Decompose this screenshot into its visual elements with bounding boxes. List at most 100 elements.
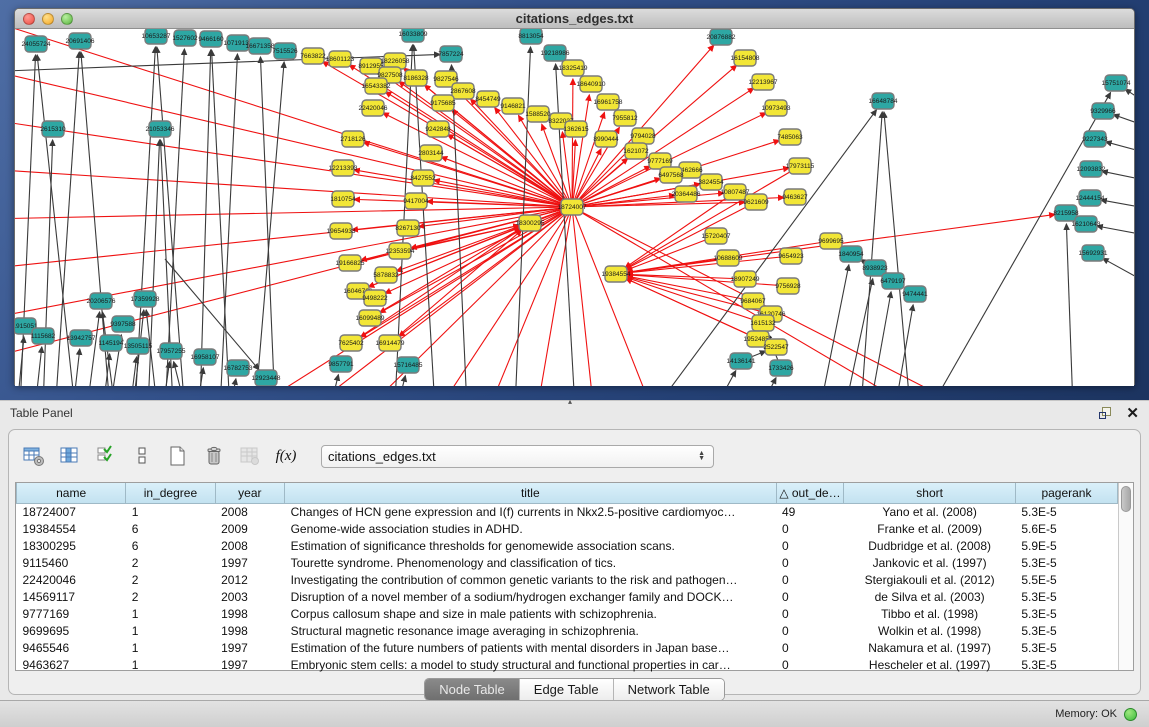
graph-node[interactable]: 10653287	[142, 29, 171, 44]
graph-node[interactable]: 1588520	[525, 106, 551, 122]
graph-node[interactable]: 6497568	[658, 167, 684, 183]
table-scrollbar-thumb[interactable]	[1121, 486, 1131, 512]
graph-node[interactable]: 13942757	[67, 330, 96, 346]
graph-node[interactable]: 2615310	[40, 121, 66, 137]
graph-node[interactable]: 1527602	[172, 30, 198, 46]
graph-node[interactable]: 9474441	[902, 286, 928, 302]
graph-node[interactable]: 7485063	[777, 129, 803, 145]
table-row[interactable]: 911546021997Tourette syndrome. Phenomeno…	[17, 554, 1118, 571]
graph-node[interactable]: 16961758	[594, 94, 623, 110]
graph-node[interactable]: 12213967	[749, 74, 778, 90]
graph-node[interactable]: 12444154	[1076, 190, 1105, 206]
graph-node[interactable]: 1145194	[99, 335, 124, 351]
zoom-window-icon[interactable]	[61, 13, 73, 25]
graph-node[interactable]: 5878832	[373, 267, 399, 283]
graph-node[interactable]: 20206576	[87, 293, 116, 309]
graph-node[interactable]: 12353594	[386, 243, 415, 259]
graph-node[interactable]: 9329966	[1090, 103, 1116, 119]
network-canvas[interactable]: 1872400718601123891295518226058982750816…	[15, 29, 1134, 386]
graph-node[interactable]: 9417004	[403, 193, 429, 209]
graph-node[interactable]: 9397588	[110, 316, 136, 332]
graph-node[interactable]: 1615132	[750, 315, 776, 331]
graph-node[interactable]: 9654923	[778, 248, 804, 264]
graph-node[interactable]: 12923448	[252, 370, 281, 386]
table-row[interactable]: 946554611997Estimation of the future num…	[17, 639, 1118, 656]
graph-node[interactable]: 16543382	[362, 78, 391, 94]
graph-node[interactable]: 2803144	[418, 145, 444, 161]
new-column-button[interactable]	[165, 443, 191, 469]
table-scrollbar[interactable]	[1118, 483, 1133, 670]
graph-node[interactable]: 9466160	[198, 31, 224, 47]
network-window-titlebar[interactable]: citations_edges.txt	[15, 9, 1134, 29]
graph-node[interactable]: 8990444	[593, 131, 619, 147]
graph-node[interactable]: 12093832	[1077, 161, 1106, 177]
table-row[interactable]: 2242004622012Investigating the contribut…	[17, 571, 1118, 588]
close-panel-icon[interactable]: ✕	[1126, 407, 1139, 420]
table-row[interactable]: 1872400712008Changes of HCN gene express…	[17, 503, 1118, 520]
graph-node[interactable]: 9175685	[430, 95, 456, 111]
graph-node[interactable]: 1621072	[623, 143, 649, 159]
table-row[interactable]: 1456911722003Disruption of a novel membe…	[17, 588, 1118, 605]
graph-node[interactable]: 18601123	[326, 51, 355, 67]
graph-node[interactable]: 13505115	[124, 338, 153, 354]
graph-node[interactable]: 9756928	[775, 278, 801, 294]
network-select[interactable]: citations_edges.txt ▲▼	[321, 445, 714, 468]
graph-node[interactable]: 19218986	[541, 45, 570, 61]
graph-node[interactable]: 2718126	[340, 131, 366, 147]
table-mode-button[interactable]	[21, 443, 47, 469]
graph-node[interactable]: 8186328	[403, 70, 429, 86]
graph-node[interactable]: 16154808	[731, 50, 760, 66]
graph-node[interactable]: 8267130	[395, 220, 421, 236]
graph-node[interactable]: 20691406	[66, 33, 95, 49]
graph-node[interactable]: 16648784	[869, 93, 898, 109]
graph-node[interactable]: 9463627	[782, 189, 808, 205]
graph-node[interactable]: 8813054	[518, 29, 544, 44]
tab-network-table[interactable]: Network Table	[614, 679, 724, 700]
close-window-icon[interactable]	[23, 13, 35, 25]
table-row[interactable]: 969969511998Structural magnetic resonanc…	[17, 622, 1118, 639]
graph-node[interactable]: 17973115	[786, 158, 815, 174]
float-panel-icon[interactable]	[1099, 407, 1112, 420]
graph-node[interactable]: 8427552	[410, 170, 436, 186]
table-row[interactable]: 1830029562008Estimation of significance …	[17, 537, 1118, 554]
import-table-button[interactable]	[237, 443, 263, 469]
graph-node[interactable]: 7625402	[338, 335, 364, 351]
graph-node[interactable]: 9227343	[1082, 131, 1108, 147]
column-header-in_degree[interactable]: in_degree	[126, 483, 215, 503]
graph-node[interactable]: 20364486	[672, 186, 701, 202]
column-header-pagerank[interactable]: pagerank	[1015, 483, 1117, 503]
graph-node[interactable]: 8454749	[475, 91, 501, 107]
graph-node[interactable]: 1115682	[31, 328, 56, 344]
column-header-short[interactable]: short	[844, 483, 1015, 503]
graph-node[interactable]: 1733426	[768, 360, 794, 376]
graph-node[interactable]: 24055724	[22, 36, 51, 52]
graph-node[interactable]: 19654933	[327, 223, 356, 239]
select-columns-button[interactable]	[93, 443, 119, 469]
graph-node[interactable]: 9857791	[328, 356, 354, 372]
graph-node[interactable]: 15716485	[394, 357, 423, 373]
function-builder-button[interactable]: f(x)	[273, 443, 299, 469]
network-view-window[interactable]: citations_edges.txt 18724007186011238912…	[14, 8, 1135, 385]
graph-node[interactable]: 10973493	[762, 100, 791, 116]
graph-node[interactable]: 15720407	[702, 228, 731, 244]
tab-edge-table[interactable]: Edge Table	[520, 679, 614, 700]
graph-node[interactable]: 12213393	[329, 160, 358, 176]
graph-node[interactable]: 16914479	[376, 335, 405, 351]
graph-node[interactable]: 16099489	[356, 310, 385, 326]
graph-node[interactable]: 9242848	[425, 121, 451, 137]
graph-node[interactable]: 18640910	[577, 76, 606, 92]
graph-node[interactable]: 1840954	[838, 246, 864, 262]
graph-node[interactable]: 1810754	[330, 191, 356, 207]
column-chooser-button[interactable]	[57, 443, 83, 469]
graph-node[interactable]: 10688609	[714, 250, 743, 266]
row-height-button[interactable]	[129, 443, 155, 469]
graph-node[interactable]: 16033809	[399, 29, 428, 42]
graph-node[interactable]: 2867608	[450, 83, 476, 99]
split-pane-handle-icon[interactable]: ▴	[568, 397, 572, 406]
graph-node[interactable]: 17359928	[131, 291, 160, 307]
graph-node[interactable]: 15692931	[1079, 245, 1108, 261]
graph-node[interactable]: 3824554	[698, 174, 724, 190]
graph-node[interactable]: 9146821	[500, 98, 526, 114]
graph-node[interactable]: 2522547	[763, 339, 789, 355]
graph-node[interactable]: 1362615	[563, 121, 589, 137]
